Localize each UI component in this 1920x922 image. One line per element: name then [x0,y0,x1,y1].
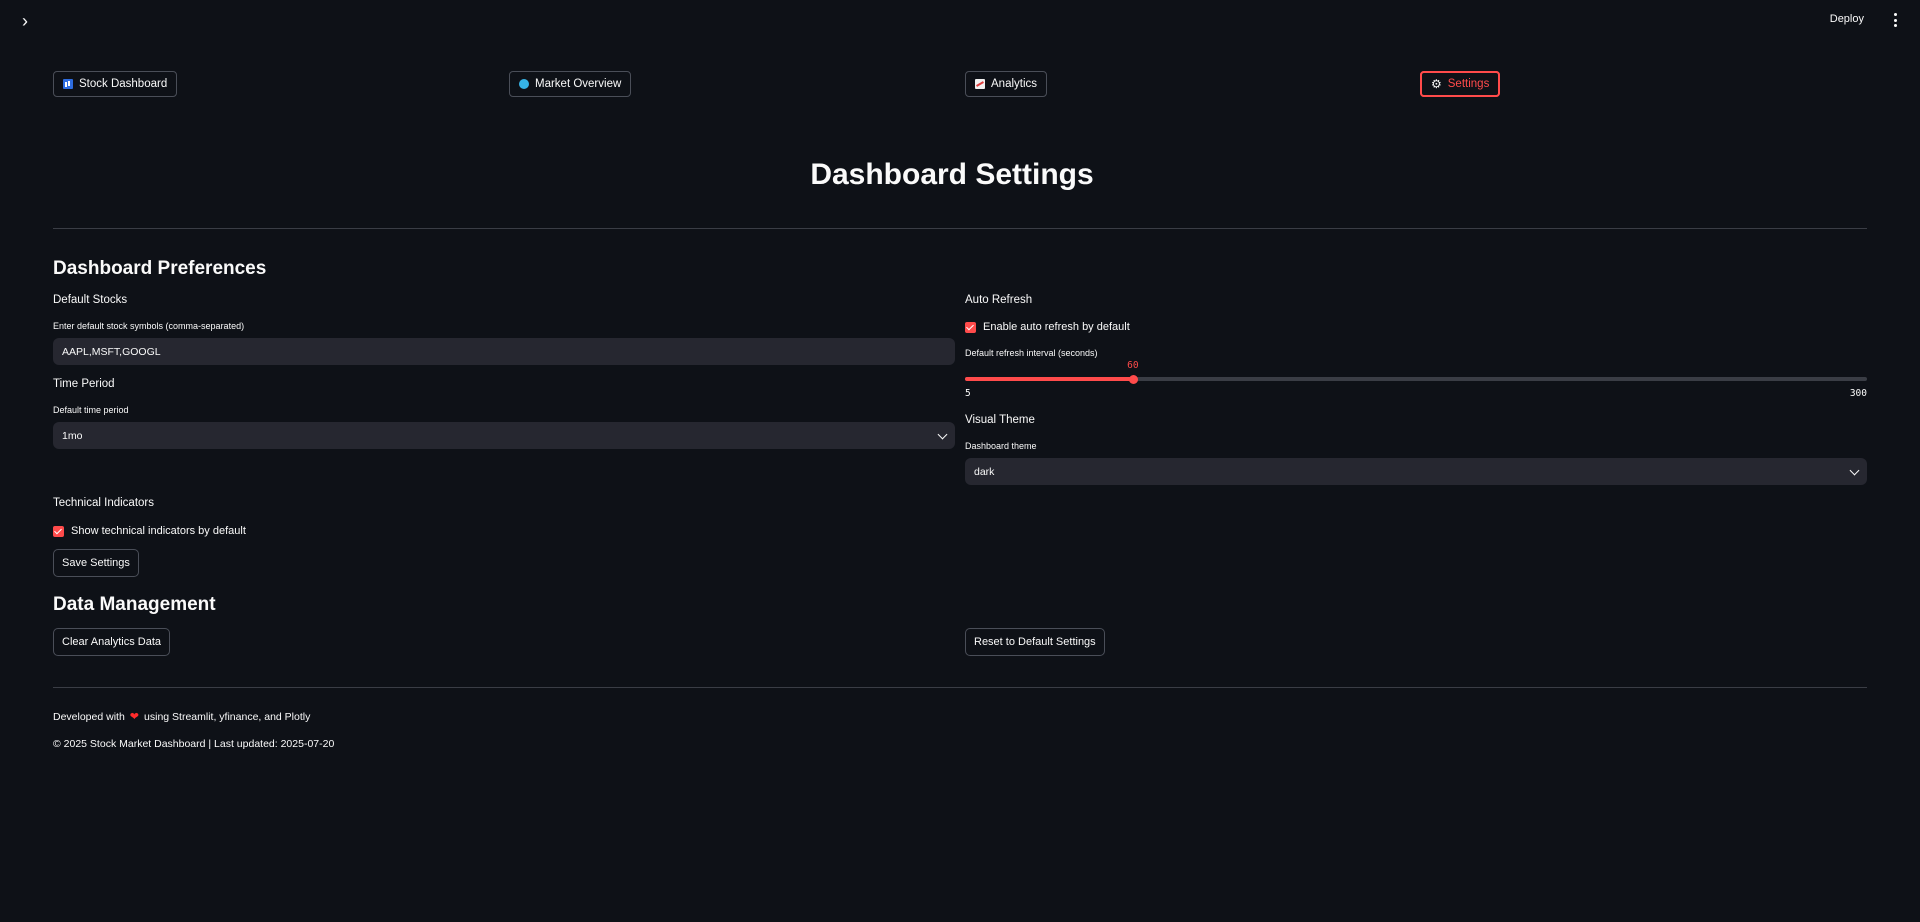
nav-label: Market Overview [535,78,622,90]
technical-indicators-title: Technical Indicators [53,497,154,509]
deploy-button[interactable]: Deploy [1830,13,1864,25]
footer-divider [53,687,1867,688]
button-label: Save Settings [62,557,130,569]
checkbox-label: Show technical indicators by default [71,525,246,537]
nav-stock-dashboard-button[interactable]: Stock Dashboard [53,71,178,97]
technical-indicators-checkbox[interactable]: Show technical indicators by default [53,525,246,537]
nav-label: Stock Dashboard [79,78,168,90]
slider-value: 60 [1127,360,1139,371]
data-management-heading: Data Management [53,594,216,615]
button-label: Clear Analytics Data [62,636,162,648]
preferences-heading: Dashboard Preferences [53,258,267,279]
dashboard-theme-label: Dashboard theme [965,441,1037,451]
refresh-interval-label: Default refresh interval (seconds) [965,348,1098,358]
slider-thumb[interactable] [1128,375,1138,384]
footer-developed-prefix: Developed with [53,710,125,723]
nav-label: Settings [1447,78,1490,90]
nav-market-overview-button[interactable]: Market Overview [509,71,632,97]
trending-chart-icon [975,79,985,89]
dashboard-theme-select[interactable]: dark [965,458,1867,485]
button-label: Reset to Default Settings [974,636,1096,648]
slider-fill [965,377,1134,381]
checkbox-checked-icon [965,321,976,333]
footer-copyright: © 2025 Stock Market Dashboard | Last upd… [53,738,335,750]
slider-max-label: 300 [1849,388,1867,399]
main-menu-icon[interactable] [1892,13,1898,27]
nav-settings-button[interactable]: ⚙ Settings [1420,71,1501,97]
chevron-down-icon [937,429,948,439]
default-stocks-label: Enter default stock symbols (comma-separ… [53,321,245,331]
time-period-title: Time Period [53,378,115,390]
nav-label: Analytics [991,78,1038,90]
chevron-down-icon [1849,465,1860,475]
default-stocks-value: AAPL,MSFT,GOOGL [62,345,161,358]
time-period-value: 1mo [62,429,83,442]
auto-refresh-title: Auto Refresh [965,294,1033,306]
footer-developed: Developed with ❤ using Streamlit, yfinan… [53,710,311,724]
visual-theme-title: Visual Theme [965,414,1035,426]
heart-icon: ❤ [129,711,140,723]
save-settings-button[interactable]: Save Settings [53,549,139,577]
checkbox-checked-icon [53,525,64,537]
bar-chart-icon [63,79,73,89]
theme-value: dark [974,465,995,478]
footer-developed-suffix: using Streamlit, yfinance, and Plotly [144,710,311,723]
expand-sidebar-icon[interactable]: › [22,12,36,30]
auto-refresh-checkbox[interactable]: Enable auto refresh by default [965,321,1130,333]
checkbox-label: Enable auto refresh by default [983,321,1130,333]
default-stocks-input[interactable]: AAPL,MSFT,GOOGL [53,338,955,365]
nav-analytics-button[interactable]: Analytics [965,71,1048,97]
default-stocks-title: Default Stocks [53,294,128,306]
page-title: Dashboard Settings [810,158,1094,191]
divider [53,228,1867,229]
time-period-label: Default time period [53,405,129,415]
globe-icon [519,79,529,89]
slider-min-label: 5 [965,388,971,399]
reset-defaults-button[interactable]: Reset to Default Settings [965,628,1105,656]
gear-icon: ⚙ [1431,77,1442,91]
clear-analytics-button[interactable]: Clear Analytics Data [53,628,171,656]
time-period-select[interactable]: 1mo [53,422,955,449]
